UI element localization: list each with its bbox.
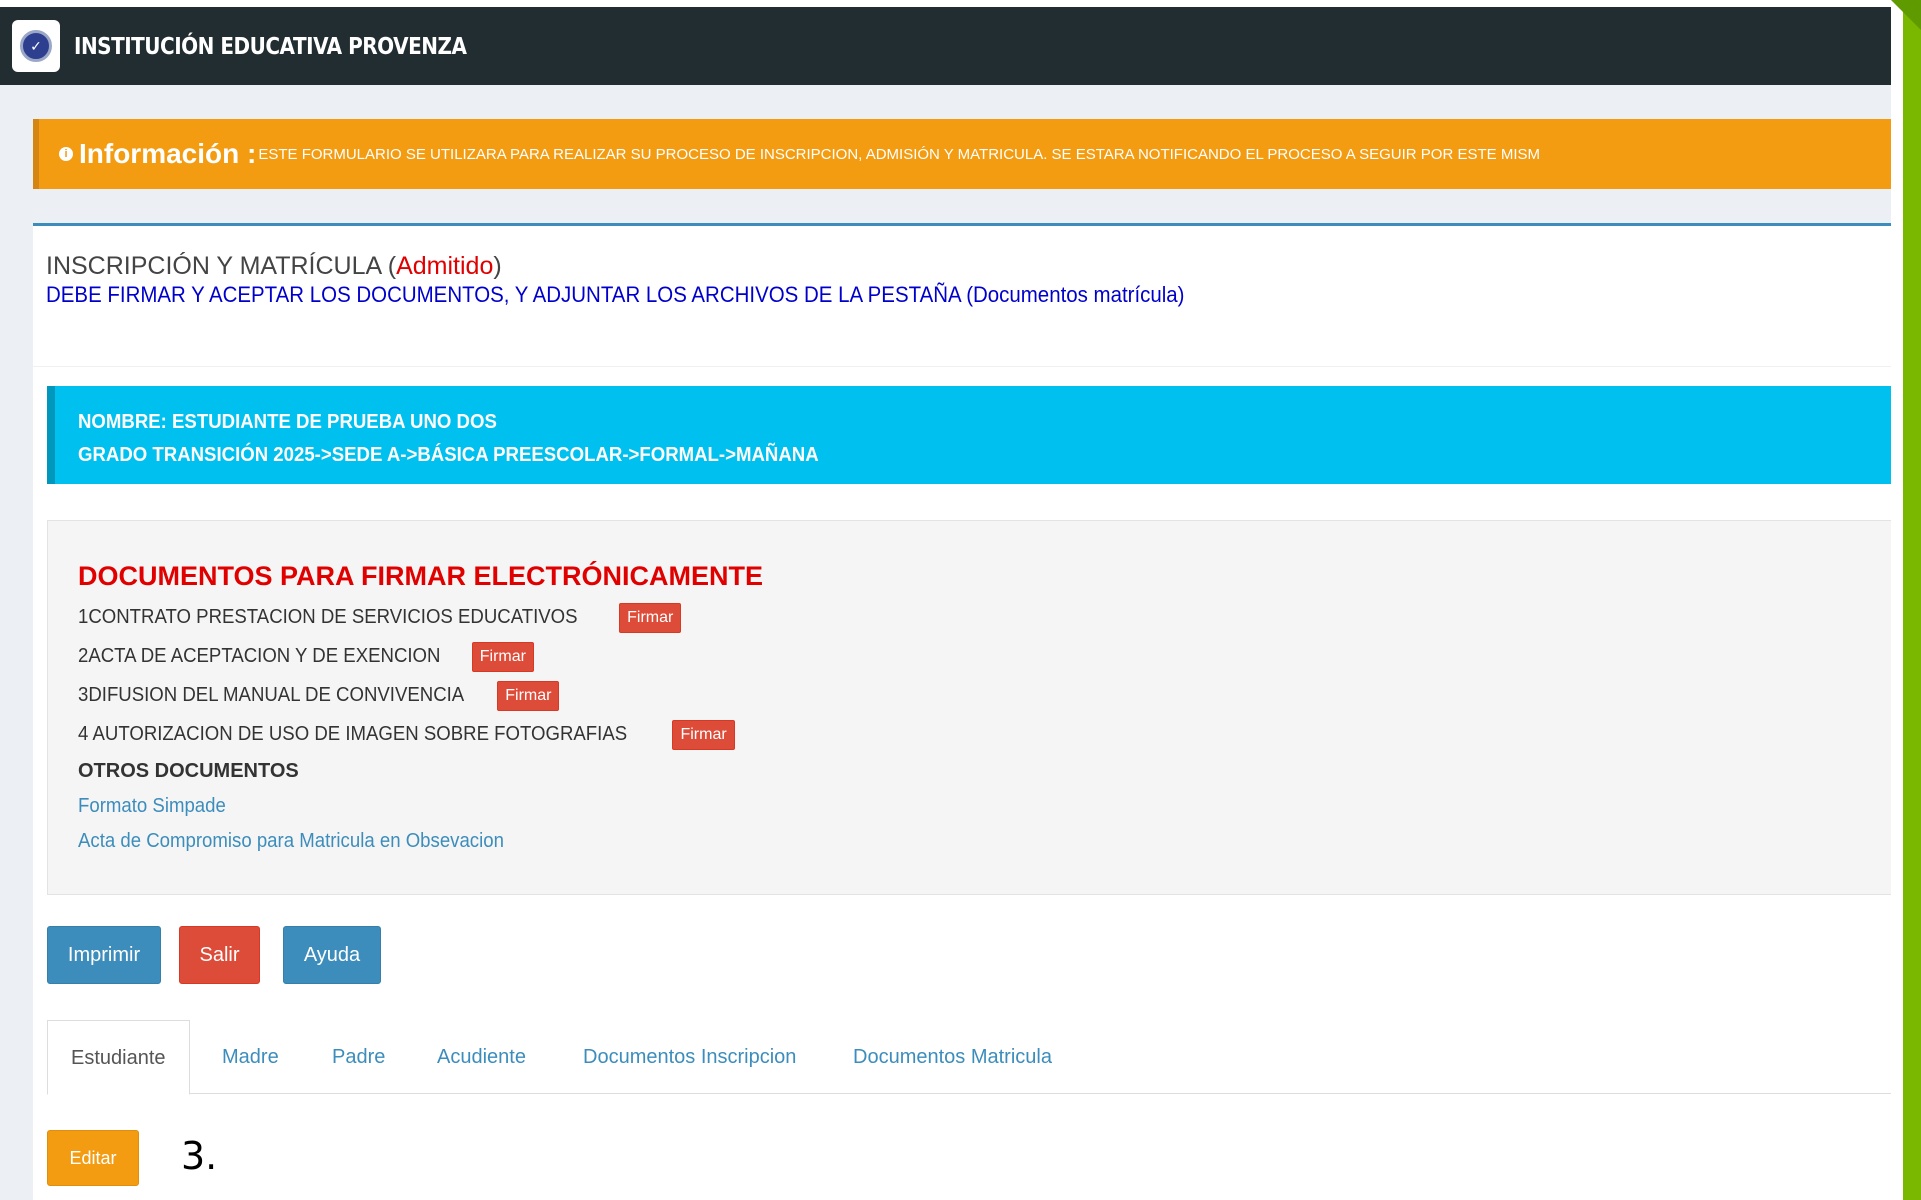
document-label: 1CONTRATO PRESTACION DE SERVICIOS EDUCAT… bbox=[78, 606, 578, 628]
shield-icon: ✓ bbox=[20, 30, 52, 62]
document-label: 3DIFUSION DEL MANUAL DE CONVIVENCIA bbox=[78, 684, 465, 706]
tab-documentos-matricula[interactable]: Documentos Matricula bbox=[853, 1020, 1052, 1094]
student-name: NOMBRE: ESTUDIANTE DE PRUEBA UNO DOS bbox=[78, 411, 497, 433]
school-logo[interactable]: ✓ bbox=[12, 20, 60, 72]
info-text: ESTE FORMULARIO SE UTILIZARA PARA REALIZ… bbox=[258, 145, 1540, 163]
tab-padre[interactable]: Padre bbox=[332, 1020, 385, 1094]
instruction-text: DEBE FIRMAR Y ACEPTAR LOS DOCUMENTOS, Y … bbox=[46, 282, 1185, 307]
sign-button[interactable]: Firmar bbox=[672, 719, 735, 750]
student-grade: GRADO TRANSICIÓN 2025->SEDE A->BÁSICA PR… bbox=[78, 444, 819, 466]
document-label: 2ACTA DE ACEPTACION Y DE EXENCION bbox=[78, 645, 441, 667]
tab-documentos-inscripcion[interactable]: Documentos Inscripcion bbox=[583, 1020, 796, 1094]
tab-bar: Estudiante Madre Padre Acudiente Documen… bbox=[47, 1020, 1921, 1095]
info-callout: i Información : ESTE FORMULARIO SE UTILI… bbox=[33, 119, 1921, 189]
info-title: Información : bbox=[79, 138, 257, 169]
document-row: 3DIFUSION DEL MANUAL DE CONVIVENCIA Firm… bbox=[78, 676, 1920, 715]
student-callout: NOMBRE: ESTUDIANTE DE PRUEBA UNO DOS GRA… bbox=[47, 386, 1921, 484]
print-button[interactable]: Imprimir bbox=[47, 926, 161, 984]
tab-estudiante[interactable]: Estudiante bbox=[47, 1020, 190, 1095]
document-label: 4 AUTORIZACION DE USO DE IMAGEN SOBRE FO… bbox=[78, 723, 628, 745]
form-title: INSCRIPCIÓN Y MATRÍCULA bbox=[46, 252, 381, 280]
documents-panel: DOCUMENTOS PARA FIRMAR ELECTRÓNICAMENTE … bbox=[47, 520, 1921, 895]
document-row: 4 AUTORIZACION DE USO DE IMAGEN SOBRE FO… bbox=[78, 715, 1920, 754]
box-header: INSCRIPCIÓN Y MATRÍCULA (Admitido) DEBE … bbox=[46, 252, 1270, 308]
sign-button[interactable]: Firmar bbox=[497, 680, 560, 711]
enrollment-box: INSCRIPCIÓN Y MATRÍCULA (Admitido) DEBE … bbox=[33, 223, 1921, 1200]
slide-decoration bbox=[1891, 0, 1921, 1200]
tab-madre[interactable]: Madre bbox=[222, 1020, 279, 1094]
status-text: Admitido bbox=[396, 252, 494, 280]
divider bbox=[33, 366, 1921, 367]
page-title: INSCRIPCIÓN Y MATRÍCULA (Admitido) bbox=[46, 252, 502, 280]
exit-button[interactable]: Salir bbox=[179, 926, 260, 984]
step-number-annotation: 3. bbox=[181, 1134, 218, 1178]
edit-button[interactable]: Editar bbox=[47, 1130, 139, 1186]
documents-title: DOCUMENTOS PARA FIRMAR ELECTRÓNICAMENTE bbox=[78, 561, 763, 591]
help-button[interactable]: Ayuda bbox=[283, 926, 381, 984]
other-documents-title: OTROS DOCUMENTOS bbox=[78, 760, 299, 782]
sign-button[interactable]: Firmar bbox=[471, 641, 534, 672]
sign-button[interactable]: Firmar bbox=[619, 602, 682, 633]
document-link-acta[interactable]: Acta de Compromiso para Matricula en Obs… bbox=[78, 824, 1791, 859]
top-navbar: ✓ INSTITUCIÓN EDUCATIVA PROVENZA bbox=[0, 7, 1921, 85]
document-row: 2ACTA DE ACEPTACION Y DE EXENCION Firmar bbox=[78, 637, 1920, 676]
top-strip bbox=[0, 0, 1921, 7]
school-name: INSTITUCIÓN EDUCATIVA PROVENZA bbox=[74, 32, 467, 60]
tab-acudiente[interactable]: Acudiente bbox=[437, 1020, 526, 1094]
document-link-simpade[interactable]: Formato Simpade bbox=[78, 789, 1791, 824]
document-row: 1CONTRATO PRESTACION DE SERVICIOS EDUCAT… bbox=[78, 598, 1920, 637]
info-icon: i bbox=[59, 147, 73, 161]
